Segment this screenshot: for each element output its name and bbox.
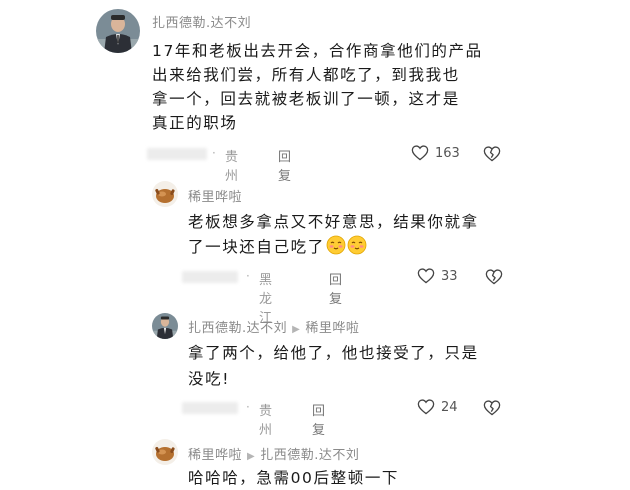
reply-button[interactable]: 回复 (312, 400, 326, 438)
like-button[interactable]: 163 (411, 145, 460, 161)
heart-outline-icon (417, 399, 435, 415)
like-count: 33 (441, 268, 458, 284)
like-count: 163 (435, 145, 460, 161)
like-button[interactable]: 24 (417, 399, 458, 415)
comment-text: 哈哈哈，急需00后整顿一下 (188, 469, 400, 487)
reply-to-author: 稀里哗啦 (305, 321, 360, 336)
avatar[interactable] (152, 181, 178, 207)
cooked-chicken-avatar-icon (152, 439, 178, 465)
separator-dot: · (212, 146, 216, 160)
comment-text: 老板想多拿点又不好意思，结果你就拿 了一块还自己吃了 (188, 213, 479, 256)
heart-outline-icon (411, 145, 429, 161)
cooked-chicken-avatar-icon (152, 181, 178, 207)
avatar[interactable] (96, 9, 140, 53)
dislike-button[interactable] (483, 400, 501, 420)
avatar[interactable] (152, 313, 178, 339)
separator-dot: · (246, 400, 250, 414)
comment-author[interactable]: 扎西德勒.达不刘 (152, 12, 251, 31)
blurred-timestamp (147, 148, 207, 160)
reply-button[interactable]: 回复 (329, 269, 343, 307)
comment-location: 贵州 (259, 404, 274, 438)
like-button[interactable]: 33 (417, 268, 458, 284)
shy-smile-emoji (326, 235, 346, 255)
shy-smile-emoji (347, 235, 367, 255)
man-in-suit-avatar-icon (152, 313, 178, 339)
like-count: 24 (441, 399, 458, 415)
avatar[interactable] (152, 439, 178, 465)
separator-dot: · (246, 269, 250, 283)
broken-heart-icon (483, 146, 501, 162)
triangle-right-icon: ▶ (247, 451, 256, 462)
comment-text: 拿了两个，给他了，他也接受了，只是 没吃! (188, 344, 479, 388)
broken-heart-icon (485, 269, 503, 285)
comment-text: 17年和老板出去开会，合作商拿他们的产品 出来给我们尝，所有人都吃了，到我我也 … (152, 42, 483, 132)
dislike-button[interactable] (483, 146, 501, 166)
comment-location: 贵州 (225, 150, 240, 184)
broken-heart-icon (483, 400, 501, 416)
reply-to-author: 扎西德勒.达不刘 (260, 448, 360, 463)
blurred-timestamp (182, 402, 238, 414)
comment-author[interactable]: 扎西德勒.达不刘 ▶ 稀里哗啦 (188, 317, 359, 336)
dislike-button[interactable] (485, 269, 503, 289)
reply-button[interactable]: 回复 (278, 146, 292, 184)
comment-author[interactable]: 稀里哗啦 (188, 186, 242, 205)
comment-author[interactable]: 稀里哗啦 ▶ 扎西德勒.达不刘 (188, 444, 359, 463)
triangle-right-icon: ▶ (292, 324, 301, 335)
blurred-timestamp (182, 271, 238, 283)
heart-outline-icon (417, 268, 435, 284)
man-in-suit-avatar-icon (96, 9, 140, 53)
